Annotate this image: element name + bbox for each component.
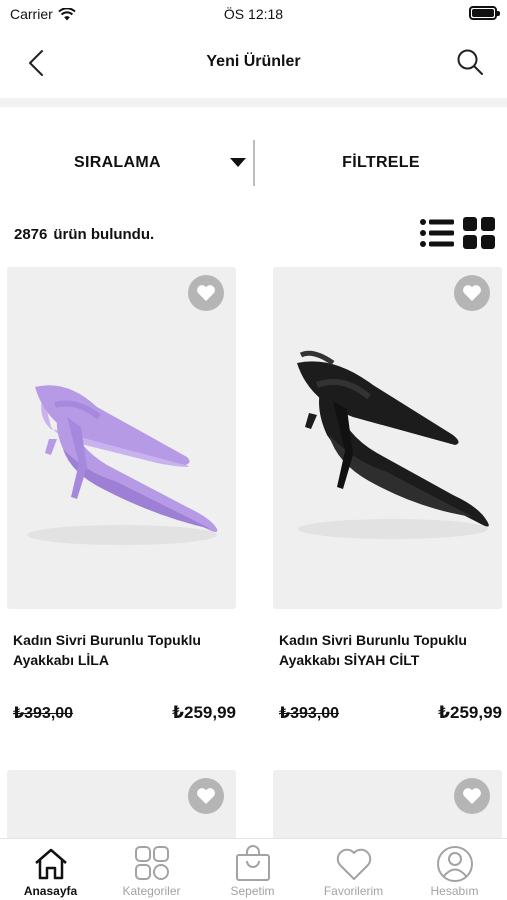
product-card[interactable]: Kadın Sivri Burunlu Topuklu Ayakkabı SİY… xyxy=(273,267,502,737)
product-name[interactable]: Kadın Sivri Burunlu Topuklu Ayakkabı LİL… xyxy=(13,630,238,670)
tab-categories[interactable]: Kategoriler xyxy=(101,839,202,900)
sort-label: SIRALAMA xyxy=(74,154,161,171)
product-image[interactable] xyxy=(7,267,236,609)
search-icon[interactable] xyxy=(455,47,485,77)
tab-label: Sepetim xyxy=(230,884,275,898)
tab-bar: Anasayfa Kategoriler Sepetim Favorilerim… xyxy=(0,838,507,900)
current-price: ₺259,99 xyxy=(172,703,236,722)
heart-icon xyxy=(197,285,215,301)
favorite-button[interactable] xyxy=(454,275,490,311)
tab-label: Hesabım xyxy=(430,884,479,898)
heart-icon xyxy=(463,285,481,301)
sort-filter-bar: SIRALAMA FİLTRELE xyxy=(0,138,507,188)
old-price: ₺393,00 xyxy=(279,705,340,722)
shoe-image xyxy=(27,385,218,545)
product-card[interactable] xyxy=(273,770,502,850)
page-title: Yeni Ürünler xyxy=(206,53,301,70)
shoe-image xyxy=(297,350,489,539)
battery-icon xyxy=(469,6,500,20)
tab-label: Kategoriler xyxy=(122,884,181,898)
filter-label: FİLTRELE xyxy=(342,154,420,171)
sort-button[interactable]: SIRALAMA xyxy=(0,138,253,188)
results-number: 2876 xyxy=(14,226,48,243)
favorite-button[interactable] xyxy=(188,275,224,311)
filter-button[interactable]: FİLTRELE xyxy=(255,138,507,188)
favorite-button[interactable] xyxy=(454,778,490,814)
tab-label: Anasayfa xyxy=(23,884,78,898)
heart-icon xyxy=(336,848,372,880)
chevron-down-icon xyxy=(230,158,246,167)
home-icon xyxy=(35,848,67,880)
product-name[interactable]: Kadın Sivri Burunlu Topuklu Ayakkabı SİY… xyxy=(279,630,504,670)
tab-cart[interactable]: Sepetim xyxy=(202,839,303,900)
navigation-bar: Yeni Ürünler xyxy=(0,28,507,98)
status-bar: Carrier ÖS 12:18 xyxy=(0,0,507,28)
results-count: 2876 ürün bulundu. xyxy=(14,226,154,243)
user-icon xyxy=(437,846,473,882)
results-text: ürün bulundu. xyxy=(53,226,155,243)
cart-bag-icon xyxy=(236,845,270,881)
nav-divider xyxy=(0,98,507,107)
product-card[interactable] xyxy=(7,770,236,850)
categories-icon xyxy=(135,846,169,880)
clock: ÖS 12:18 xyxy=(223,6,284,22)
tab-account[interactable]: Hesabım xyxy=(404,839,505,900)
tab-favorites[interactable]: Favorilerim xyxy=(303,839,404,900)
current-price: ₺259,99 xyxy=(438,703,502,722)
favorite-button[interactable] xyxy=(188,778,224,814)
product-image[interactable] xyxy=(273,267,502,609)
grid-view-icon[interactable] xyxy=(463,217,495,249)
old-price: ₺393,00 xyxy=(13,705,74,722)
tab-home[interactable]: Anasayfa xyxy=(0,839,101,900)
list-view-icon[interactable] xyxy=(420,217,454,249)
product-card[interactable]: Kadın Sivri Burunlu Topuklu Ayakkabı LİL… xyxy=(7,267,236,737)
heart-icon xyxy=(197,788,215,804)
heart-icon xyxy=(463,788,481,804)
tab-label: Favorilerim xyxy=(323,884,384,898)
